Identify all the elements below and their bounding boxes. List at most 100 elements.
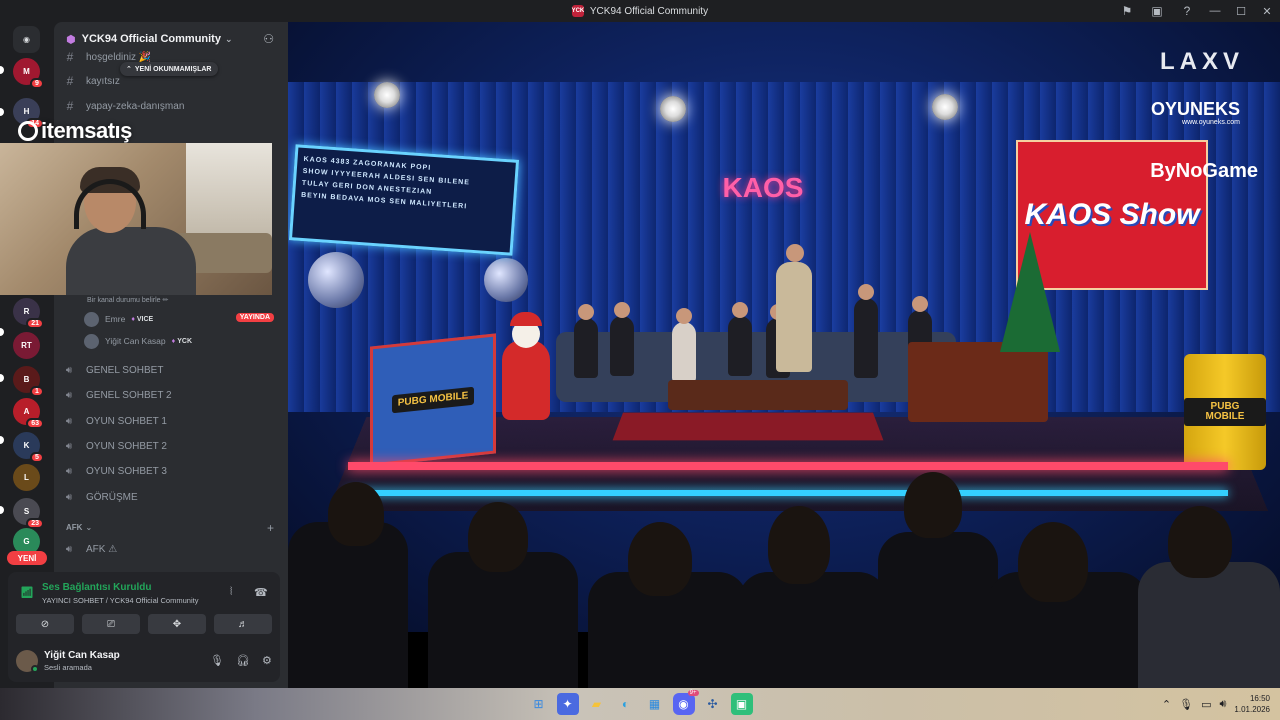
copilot-icon[interactable]: ✦ [556,693,579,715]
spotlight [374,82,400,108]
user-status: Sesli aramada [44,663,92,672]
microphone-icon[interactable]: 🎙︎ [210,654,224,667]
voice-channel[interactable]: 🔊︎ GÖRÜŞME [62,486,138,508]
signal-icon[interactable]: 📶︎ [20,586,34,599]
server-icon[interactable]: S 23 [13,498,44,529]
edge-browser-icon[interactable]: ◐ [615,693,637,715]
text-channel[interactable]: # kayıtsız [62,70,120,92]
soundboard-button[interactable]: ♬ [214,614,272,634]
inbox-flag-icon[interactable]: ⚑ [1112,0,1142,22]
voice-user[interactable]: Emre ♦ VICE YAYINDA [84,309,274,329]
help-icon[interactable]: ? [1172,0,1202,22]
audience-member [328,482,384,546]
chevron-down-icon: ⌄ [224,33,233,44]
ring-logo-icon [18,121,38,141]
mention-badge: 63 [26,418,44,429]
channel-name: kayıtsız [86,75,120,87]
discord-home-icon[interactable]: ◉ [13,26,40,53]
server-icon[interactable]: R 21 [13,298,44,329]
server-icon[interactable]: A 63 [13,398,44,429]
channel-name: GENEL SOHBET 2 [86,389,172,401]
close-button[interactable]: ✕ [1254,0,1280,22]
channel-name: yapay-zeka-danışman [86,100,185,112]
unread-pill [0,506,4,514]
clock[interactable]: 16:50 1.01.2026 [1234,693,1270,715]
settings-gear-icon[interactable]: ⚙ [262,654,272,667]
maximize-button[interactable]: ☐ [1228,0,1254,22]
new-unreads-pill[interactable]: YENİ [7,551,47,565]
audience-member [1168,506,1232,578]
clock-date: 1.01.2026 [1234,705,1270,714]
screen-share-button[interactable]: ⎚ [82,614,140,634]
store-icon[interactable]: ▦ [644,693,666,715]
soundboard-icon: ♬ [238,618,248,630]
server-icon[interactable]: M9 [13,58,44,89]
online-status-dot [31,665,39,673]
display-icon[interactable]: ▭ [1201,698,1211,711]
voice-channel-status[interactable]: Bir kanal durumu belirle ✏ [87,296,168,304]
file-explorer-icon[interactable]: ▰ [586,693,608,715]
mention-badge: 1 [30,386,44,397]
voice-channel[interactable]: 🔊︎ GENEL SOHBET [62,359,164,381]
disconnect-icon[interactable]: ☎ [254,586,268,599]
unread-banner[interactable]: ⌃ YENİ OKUNMAMIŞLAR [120,62,218,76]
noise-suppression-icon[interactable]: ⦚ [230,586,232,599]
voice-user-name: Yiğit Can Kasap [105,336,166,346]
start-windows-icon[interactable]: ⊞ [528,693,550,715]
invite-people-icon[interactable]: ⚇ [263,32,274,46]
oyuneks-url: www.oyuneks.com [1182,119,1240,126]
speaker-icon: 🔊︎ [65,543,73,555]
guest [574,304,598,378]
category-afk[interactable]: AFK ⌄ [66,523,92,532]
hash-icon: # [66,50,74,64]
voice-user[interactable]: Yiğit Can Kasap ♦ YCK [84,331,274,351]
minimize-button[interactable]: — [1202,0,1228,22]
server-icon[interactable]: RT [13,332,40,359]
volume-icon[interactable]: 🔊︎ [1219,698,1226,711]
user-name: Yiğit Can Kasap [44,650,120,661]
voice-channel[interactable]: 🔊︎ OYUN SOHBET 1 [62,410,167,432]
title-bar: YCK YCK94 Official Community ⚑ ▣ ? — ☐ ✕ [0,0,1280,22]
unread-pill [0,328,4,336]
server-icon[interactable]: K5 [13,432,44,463]
microphone-icon[interactable]: 🎙︎ [1179,698,1193,711]
network-tool-icon[interactable]: ✣ [702,693,724,715]
server-icon[interactable]: L [13,464,40,491]
unread-pill [0,436,4,444]
discord-app-icon[interactable]: ◉ 9+ [672,690,699,715]
audience [288,462,1280,688]
voice-channel[interactable]: 🔊︎ OYUN SOHBET 2 [62,435,167,457]
audience-member [878,532,998,688]
server-icon[interactable]: B1 [13,366,44,397]
activities-button[interactable]: ✥ [148,614,206,634]
speaker-icon: 🔊︎ [65,389,73,401]
mention-badge: 21 [26,318,44,329]
unread-pill [0,374,4,382]
voice-channel[interactable]: 🔊︎ GENEL SOHBET 2 [62,384,172,406]
audience-member [628,522,692,596]
headphones-icon[interactable]: 🎧︎ [236,654,250,667]
chevron-up-icon[interactable]: ⌃ [1162,698,1171,711]
popout-icon[interactable]: ▣ [1142,0,1172,22]
stage-rug [612,412,884,441]
webcam-overlay [0,143,272,295]
sponsor-oyuneks-logo: OYUNEKS www.oyuneks.com [1151,100,1240,128]
unread-pill [0,108,4,116]
chevron-down-icon: ⌄ [85,523,93,532]
voice-channel[interactable]: 🔊︎ OYUN SOHBET 3 [62,460,167,482]
audience-member [288,522,408,688]
user-panel[interactable]: Yiğit Can Kasap Sesli aramada 🎙︎ 🎧︎ ⚙ [16,646,272,676]
santa-body [502,340,550,420]
voice-channel[interactable]: 🔊︎ AFK ⚠ [62,538,117,560]
add-channel-icon[interactable]: + [267,521,274,535]
text-channel[interactable]: # yapay-zeka-danışman [62,95,185,117]
voice-connection-status[interactable]: Ses Bağlantısı Kuruldu [42,582,151,593]
live-badge[interactable]: YAYINDA [235,313,274,322]
app-icon[interactable]: ▣ [730,693,753,715]
speaker-icon: 🔊︎ [65,364,73,376]
sponsor-laxv-logo: LAXV [1159,48,1244,75]
voice-connection-detail[interactable]: YAYINCI SOHBET / YCK94 Official Communit… [42,596,198,605]
camera-off-button[interactable]: ⊘ [16,614,74,634]
stream-video[interactable]: KAOS 4383 ZAGORANAK POPI SHOW IYYYEERAH … [288,22,1280,688]
pubg-barrel: PUBG MOBILE [1184,354,1266,470]
